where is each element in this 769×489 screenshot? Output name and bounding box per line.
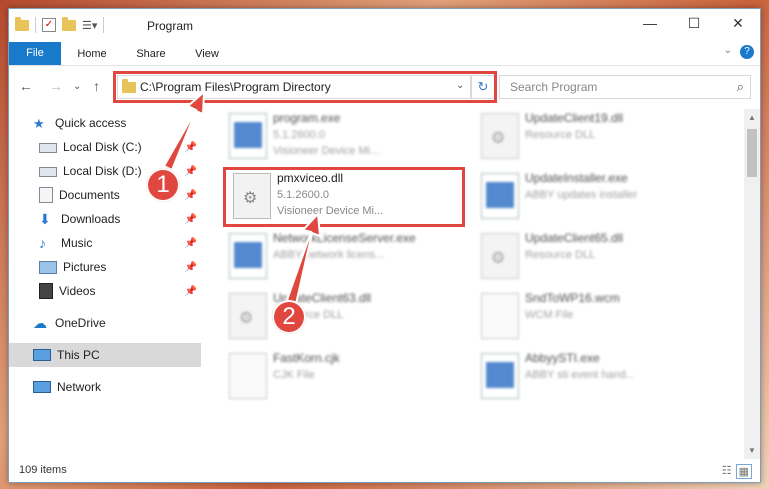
callout-badge-2: 2 (272, 300, 306, 334)
callout-badge-1: 1 (146, 168, 180, 202)
arrow-2 (285, 211, 322, 306)
arrow-1 (162, 89, 206, 172)
callout-arrows (162, 89, 322, 306)
